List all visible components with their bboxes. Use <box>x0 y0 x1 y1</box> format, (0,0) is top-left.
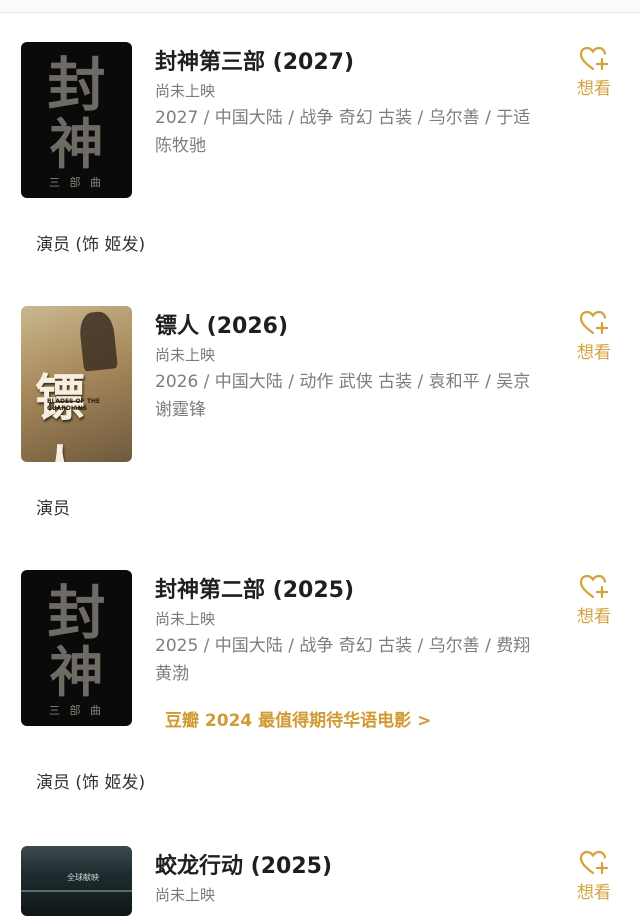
movie-title[interactable]: 镖人 (2026) <box>155 308 288 340</box>
poster-art-subtitle: 三 部 曲 <box>49 704 104 717</box>
actor-role: 演员 (饰 姬发) <box>36 773 146 793</box>
douban-list-link[interactable]: 豆瓣 2024 最值得期待华语电影 > <box>165 706 431 731</box>
movie-meta: 2025 / 中国大陆 / 战争 奇幻 古装 / 乌尔善 / 费翔 黄渤 <box>155 636 531 684</box>
movie-meta: 2027 / 中国大陆 / 战争 奇幻 古装 / 乌尔善 / 于适 陈牧驰 <box>155 108 531 156</box>
movie-title[interactable]: 封神第三部 (2027) <box>155 44 354 76</box>
movie-poster[interactable]: 封 神 三 部 曲 <box>21 570 132 726</box>
movie-title[interactable]: 蛟龙行动 (2025) <box>155 848 332 880</box>
release-status: 尚未上映 <box>155 610 216 628</box>
actor-role: 演员 <box>36 499 70 519</box>
movie-poster[interactable]: 镖人 BLADES OF THE GUARDIANS <box>21 306 132 462</box>
want-to-watch-label: 想看 <box>577 79 611 99</box>
want-to-watch-button[interactable]: 想看 <box>572 310 616 363</box>
poster-art-subtitle: BLADES OF THE GUARDIANS <box>47 398 101 412</box>
want-to-watch-label: 想看 <box>577 607 611 627</box>
movie-poster[interactable]: 全球献映 <box>21 846 132 916</box>
heart-plus-icon <box>579 574 609 599</box>
movie-meta: 2026 / 中国大陆 / 动作 武侠 古装 / 袁和平 / 吴京 谢霆锋 <box>155 372 531 420</box>
poster-submarine-shape <box>21 890 132 892</box>
want-to-watch-button[interactable]: 想看 <box>572 574 616 627</box>
movie-poster[interactable]: 封 神 三 部 曲 <box>21 42 132 198</box>
heart-plus-icon <box>579 850 609 875</box>
want-to-watch-button[interactable]: 想看 <box>572 850 616 903</box>
actor-role: 演员 (饰 姬发) <box>36 235 146 255</box>
poster-art-text: 神 <box>49 112 104 176</box>
movie-title[interactable]: 封神第二部 (2025) <box>155 572 354 604</box>
release-status: 尚未上映 <box>155 886 216 904</box>
want-to-watch-label: 想看 <box>577 343 611 363</box>
want-to-watch-label: 想看 <box>577 883 611 903</box>
heart-plus-icon <box>579 46 609 71</box>
release-status: 尚未上映 <box>155 82 216 100</box>
heart-plus-icon <box>579 310 609 335</box>
poster-art-subtitle: 三 部 曲 <box>49 176 104 189</box>
want-to-watch-button[interactable]: 想看 <box>572 46 616 99</box>
top-divider <box>0 0 640 13</box>
poster-art-text: 神 <box>49 640 104 704</box>
poster-art-text: 全球献映 <box>67 873 99 882</box>
release-status: 尚未上映 <box>155 346 216 364</box>
